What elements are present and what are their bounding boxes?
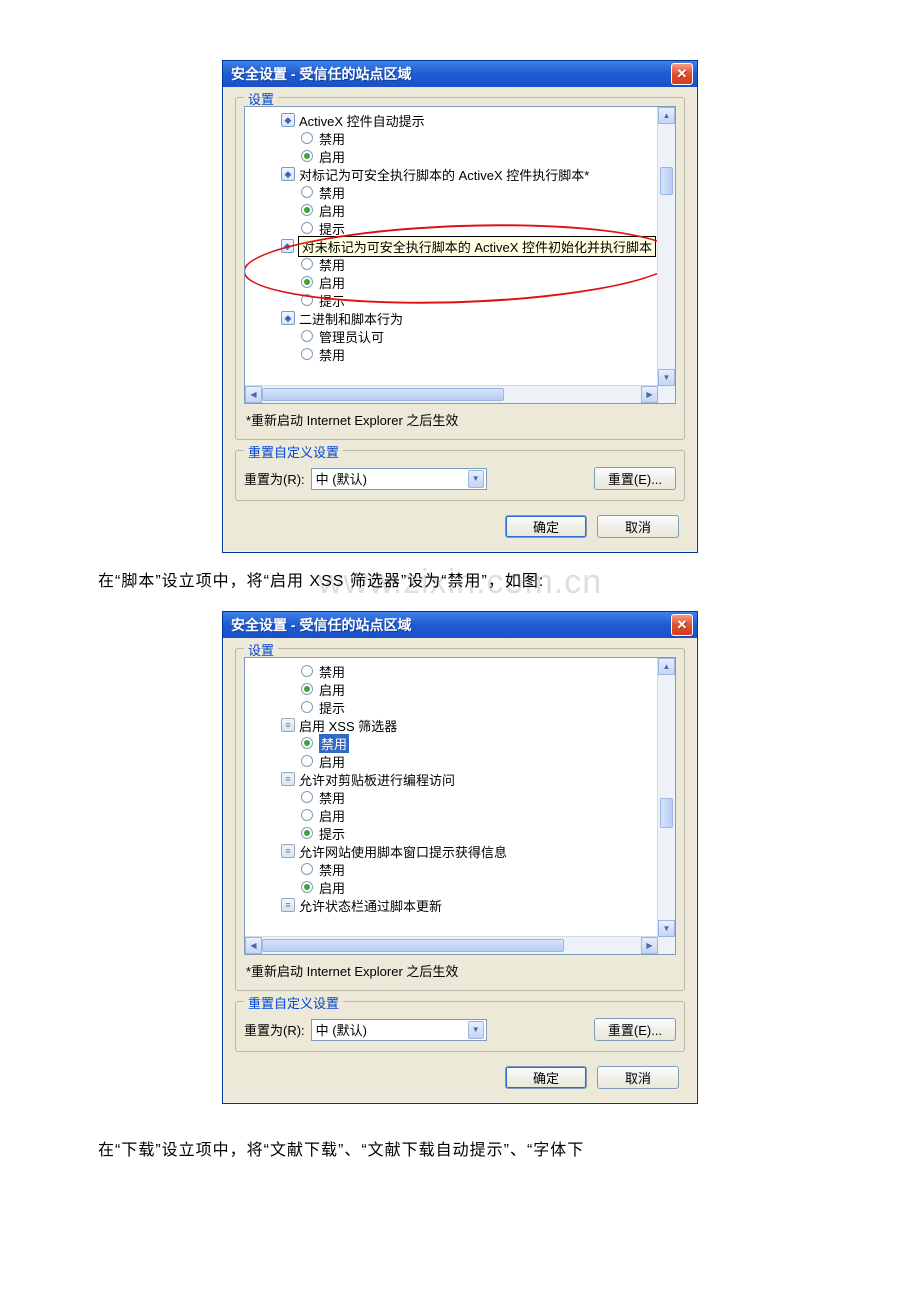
setting-label: 启用 XSS 筛选器 [299,716,397,735]
reset-group-title: 重置自定义设置 [244,993,343,1012]
reset-group: 重置自定义设置 重置为(R): 中 (默认) ▼ 重置(E)... [235,450,685,501]
close-button[interactable]: ✕ [671,614,693,636]
scroll-up-button[interactable]: ▲ [658,107,675,124]
security-settings-dialog-1: 安全设置 - 受信任的站点区域 ✕ 设置 ◆ ActiveX 控件自动提示 禁用… [222,60,698,553]
title-bar: 安全设置 - 受信任的站点区域 ✕ [223,612,697,638]
unsafe-init-tooltip: 对未标记为可安全执行脚本的 ActiveX 控件初始化并执行脚本 [298,236,656,257]
activex-icon: ◆ [281,311,295,325]
select-value: 中 (默认) [316,1020,367,1039]
activex-icon: ◆ [281,167,295,181]
setting-binary-script: ◆ 二进制和脚本行为 [247,309,656,327]
scroll-thumb[interactable] [660,167,673,195]
radio-enable[interactable]: 启用 [247,752,656,770]
radio-prompt[interactable]: 提示 [247,824,656,842]
reset-button[interactable]: 重置(E)... [594,467,676,490]
reset-to-label: 重置为(R): [244,469,305,488]
settings-group: 设置 ◆ ActiveX 控件自动提示 禁用 启用 ◆ 对标记为可安全执行 [235,97,685,440]
chevron-down-icon: ▼ [468,1021,484,1039]
radio-enable[interactable]: 启用 [247,806,656,824]
reset-group: 重置自定义设置 重置为(R): 中 (默认) ▼ 重置(E)... [235,1001,685,1052]
instruction-text-2: 在“下载”设立项中，将“文献下载”、“文献下载自动提示”、“字体下 [0,1138,920,1164]
instruction-text-1: 在“脚本”设立项中，将“启用 XSS 筛选器”设为“禁用”，如图: [0,569,920,595]
cancel-button[interactable]: 取消 [597,1066,679,1089]
scroll-up-button[interactable]: ▲ [658,658,675,675]
listbox-content: 禁用 启用 提示 ≡ 启用 XSS 筛选器 禁用 启用 ≡ 允许对 [245,658,658,937]
scroll-down-button[interactable]: ▼ [658,369,675,386]
select-value: 中 (默认) [316,469,367,488]
radio-prompt[interactable]: 提示 [247,219,656,237]
ok-button[interactable]: 确定 [505,1066,587,1089]
setting-label: 对标记为可安全执行脚本的 ActiveX 控件执行脚本* [299,165,589,184]
reset-level-select[interactable]: 中 (默认) ▼ [311,468,487,490]
radio-disable[interactable]: 禁用 [247,129,656,147]
vertical-scrollbar[interactable]: ▲ ▼ [657,107,675,386]
setting-activex-auto-prompt: ◆ ActiveX 控件自动提示 [247,111,656,129]
activex-icon: ◆ [281,239,294,253]
setting-label: 二进制和脚本行为 [299,309,403,328]
security-settings-dialog-2: 安全设置 - 受信任的站点区域 ✕ 设置 禁用 启用 提示 ≡ 启用 XSS 筛… [222,611,698,1104]
restart-note: *重新启动 Internet Explorer 之后生效 [244,959,676,980]
scroll-thumb-h[interactable] [262,939,564,952]
radio-enable[interactable]: 启用 [247,147,656,165]
close-button[interactable]: ✕ [671,63,693,85]
radio-disable-selected[interactable]: 禁用 [247,734,656,752]
scroll-thumb[interactable] [660,798,673,828]
scroll-corner [658,386,675,403]
setting-safe-script-activex: ◆ 对标记为可安全执行脚本的 ActiveX 控件执行脚本* [247,165,656,183]
setting-statusbar-script: ≡ 允许状态栏通过脚本更新 [247,896,656,914]
ok-button[interactable]: 确定 [505,515,587,538]
scroll-corner [658,937,675,954]
script-icon: ≡ [281,844,295,858]
scroll-left-button[interactable]: ◀ [245,937,262,954]
radio-prompt[interactable]: 提示 [247,291,656,309]
chevron-down-icon: ▼ [468,470,484,488]
dialog-title: 安全设置 - 受信任的站点区域 [231,64,411,84]
radio-admin-approved[interactable]: 管理员认可 [247,327,656,345]
horizontal-scrollbar[interactable]: ◀ ▶ [245,936,658,954]
radio-enable[interactable]: 启用 [247,878,656,896]
setting-unsafe-init: ◆ 对未标记为可安全执行脚本的 ActiveX 控件初始化并执行脚本 [247,237,656,255]
radio-prompt[interactable]: 提示 [247,698,656,716]
setting-label: ActiveX 控件自动提示 [299,111,425,130]
scroll-thumb-h[interactable] [262,388,504,401]
title-bar: 安全设置 - 受信任的站点区域 ✕ [223,61,697,87]
scroll-right-button[interactable]: ▶ [641,937,658,954]
cancel-button[interactable]: 取消 [597,515,679,538]
reset-level-select[interactable]: 中 (默认) ▼ [311,1019,487,1041]
setting-xss-filter: ≡ 启用 XSS 筛选器 [247,716,656,734]
radio-disable[interactable]: 禁用 [247,183,656,201]
settings-listbox[interactable]: ◆ ActiveX 控件自动提示 禁用 启用 ◆ 对标记为可安全执行脚本的 Ac… [244,106,676,404]
activex-icon: ◆ [281,113,295,127]
radio-enable[interactable]: 启用 [247,201,656,219]
setting-label: 允许状态栏通过脚本更新 [299,896,442,915]
setting-clipboard-access: ≡ 允许对剪贴板进行编程访问 [247,770,656,788]
reset-to-label: 重置为(R): [244,1020,305,1039]
script-icon: ≡ [281,718,295,732]
script-icon: ≡ [281,772,295,786]
scroll-left-button[interactable]: ◀ [245,386,262,403]
radio-disable[interactable]: 禁用 [247,860,656,878]
scroll-down-button[interactable]: ▼ [658,920,675,937]
radio-enable[interactable]: 启用 [247,273,656,291]
radio-disable[interactable]: 禁用 [247,662,656,680]
reset-group-title: 重置自定义设置 [244,442,343,461]
setting-label: 允许网站使用脚本窗口提示获得信息 [299,842,507,861]
radio-disable[interactable]: 禁用 [247,788,656,806]
dialog-title: 安全设置 - 受信任的站点区域 [231,615,411,635]
settings-listbox[interactable]: 禁用 启用 提示 ≡ 启用 XSS 筛选器 禁用 启用 ≡ 允许对 [244,657,676,955]
script-icon: ≡ [281,898,295,912]
scroll-right-button[interactable]: ▶ [641,386,658,403]
radio-disable[interactable]: 禁用 [247,345,656,363]
setting-label: 允许对剪贴板进行编程访问 [299,770,455,789]
radio-enable[interactable]: 启用 [247,680,656,698]
restart-note: *重新启动 Internet Explorer 之后生效 [244,408,676,429]
radio-disable[interactable]: 禁用 [247,255,656,273]
listbox-content: ◆ ActiveX 控件自动提示 禁用 启用 ◆ 对标记为可安全执行脚本的 Ac… [245,107,658,386]
reset-button[interactable]: 重置(E)... [594,1018,676,1041]
horizontal-scrollbar[interactable]: ◀ ▶ [245,385,658,403]
setting-script-window-prompt: ≡ 允许网站使用脚本窗口提示获得信息 [247,842,656,860]
vertical-scrollbar[interactable]: ▲ ▼ [657,658,675,937]
settings-group: 设置 禁用 启用 提示 ≡ 启用 XSS 筛选器 禁用 启用 [235,648,685,991]
